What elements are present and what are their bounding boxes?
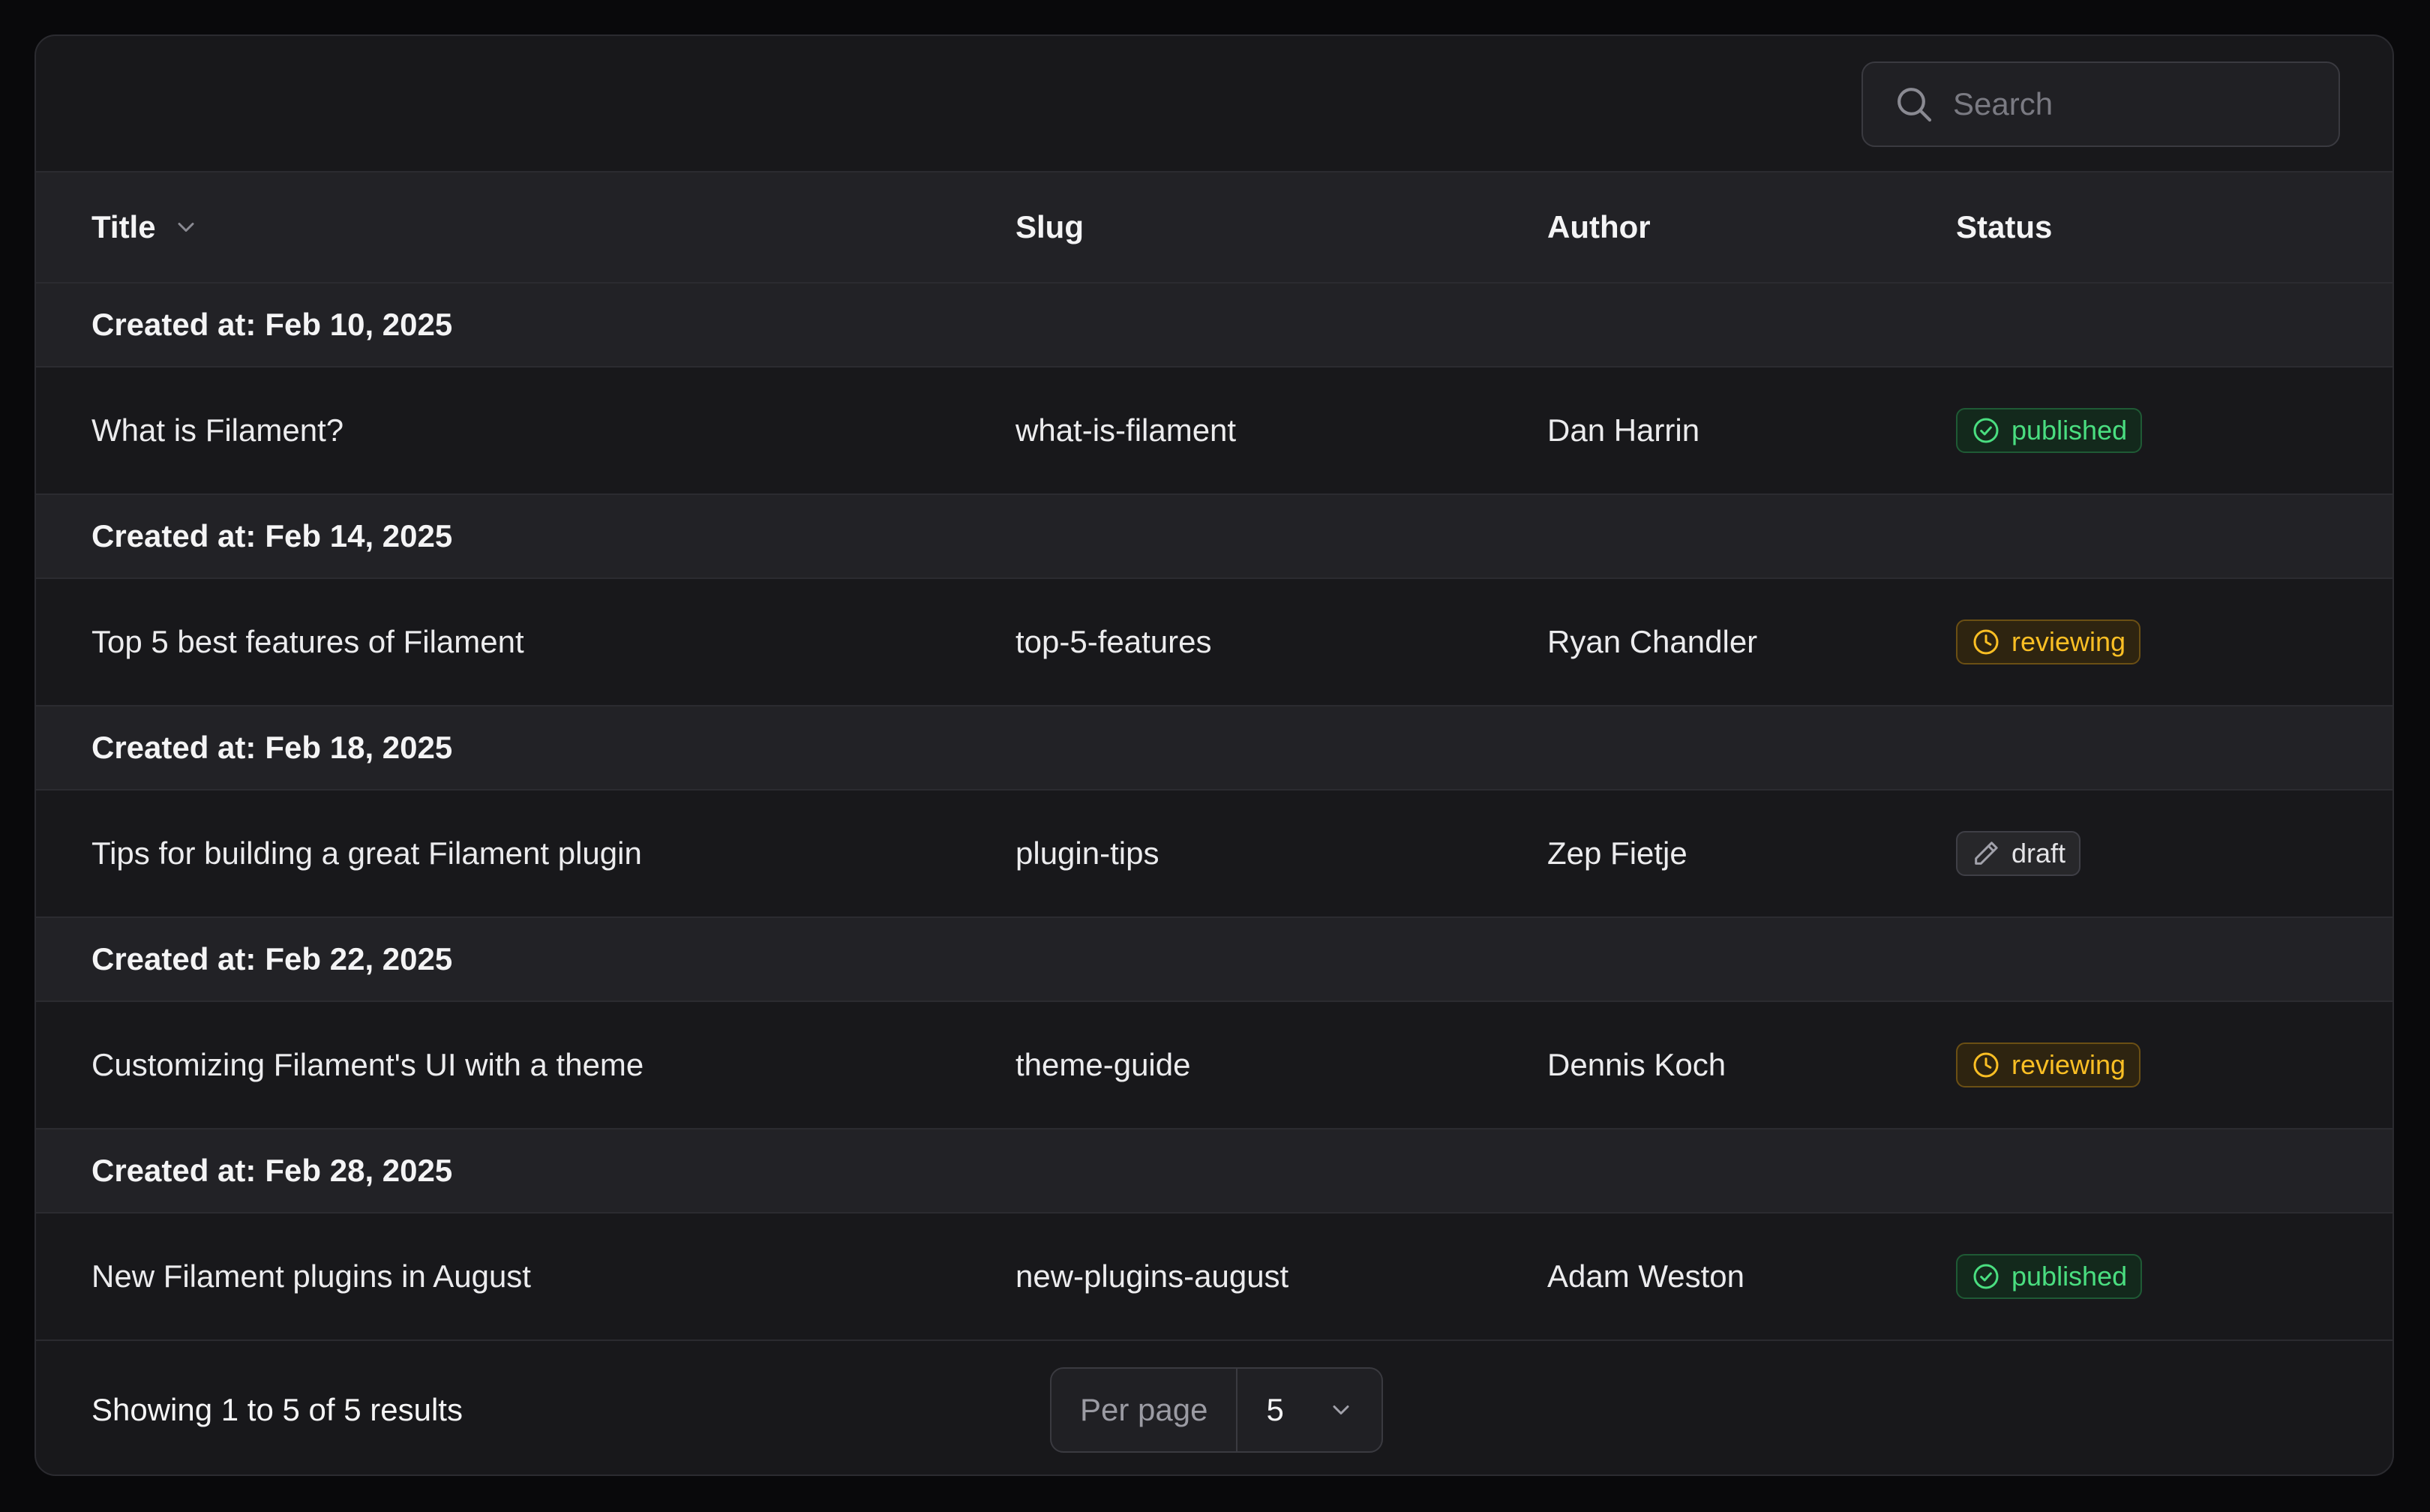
column-title-label: Title <box>92 209 156 244</box>
group-date: Feb 14, 2025 <box>265 518 453 554</box>
cell-author: Dennis Koch <box>1547 1047 1726 1082</box>
status-badge: draft <box>1956 831 2081 876</box>
cell-status: published <box>1956 408 2392 453</box>
search-box[interactable] <box>1862 62 2360 147</box>
column-header-author: Author <box>1547 209 1651 244</box>
per-page-label: Per page <box>1052 1369 1238 1451</box>
group-header-row: Created at: Feb 28, 2025 <box>36 1130 2392 1214</box>
group-date: Feb 22, 2025 <box>265 941 453 976</box>
group-label: Created at: <box>92 518 256 554</box>
search-icon <box>1893 83 1935 125</box>
cell-status: reviewing <box>1956 1042 2392 1088</box>
table-body: Created at: Feb 10, 2025 What is Filament?… <box>36 284 2392 1341</box>
table-row[interactable]: What is Filament? what-is-filament Dan Har… <box>36 368 2392 495</box>
per-page-control: Per page 5 <box>1050 1367 1383 1453</box>
group-label: Created at: <box>92 941 256 976</box>
search-input[interactable] <box>1952 86 2360 123</box>
cell-title: New Filament plugins in August <box>92 1258 531 1294</box>
status-badge-label: draft <box>2012 838 2066 868</box>
clock-icon <box>1971 627 2001 657</box>
pagination-summary: Showing 1 to 5 of 5 results <box>92 1392 463 1427</box>
group-date: Feb 28, 2025 <box>265 1153 453 1188</box>
status-badge-label: published <box>2012 415 2128 446</box>
cell-author: Dan Harrin <box>1547 412 1700 448</box>
status-badge: published <box>1956 1254 2143 1299</box>
cell-slug: what-is-filament <box>1016 412 1237 448</box>
pencil-icon <box>1971 838 2001 868</box>
group-label: Created at: <box>92 730 256 765</box>
group-date: Feb 18, 2025 <box>265 730 453 765</box>
cell-status: draft <box>1956 831 2392 876</box>
column-header-status: Status <box>1956 209 2053 244</box>
column-header-slug: Slug <box>1016 209 1084 244</box>
check-circle-icon <box>1971 416 2001 446</box>
cell-author: Zep Fietje <box>1547 836 1688 871</box>
table-header: Title Slug Author Status <box>36 172 2392 284</box>
clock-icon <box>1971 1050 2001 1080</box>
status-badge: reviewing <box>1956 1042 2141 1088</box>
per-page-select[interactable]: 5 <box>1238 1369 1381 1451</box>
chevron-down-icon <box>1328 1396 1354 1424</box>
group-header-row: Created at: Feb 10, 2025 <box>36 284 2392 368</box>
group-header-row: Created at: Feb 14, 2025 <box>36 495 2392 579</box>
group-header-row: Created at: Feb 18, 2025 <box>36 706 2392 790</box>
table-row[interactable]: New Filament plugins in August new-plugin… <box>36 1214 2392 1341</box>
chevron-down-icon <box>172 214 200 241</box>
cell-title: Customizing Filament's UI with a theme <box>92 1047 644 1082</box>
cell-title: What is Filament? <box>92 412 344 448</box>
table-row[interactable]: Top 5 best features of Filament top-5-fea… <box>36 579 2392 706</box>
cell-slug: theme-guide <box>1016 1047 1191 1082</box>
table-row[interactable]: Tips for building a great Filament plugi… <box>36 790 2392 918</box>
status-badge: published <box>1956 408 2143 453</box>
group-header-row: Created at: Feb 22, 2025 <box>36 918 2392 1002</box>
group-label: Created at: <box>92 1153 256 1188</box>
table-card: Title Slug Author Status Created at:Feb … <box>34 34 2394 1476</box>
cell-author: Ryan Chandler <box>1547 624 1758 659</box>
status-badge-label: published <box>2012 1261 2128 1292</box>
status-badge-label: reviewing <box>2012 626 2126 657</box>
table-footer: Showing 1 to 5 of 5 results Per page 5 <box>36 1341 2392 1474</box>
per-page-value: 5 <box>1266 1392 1284 1427</box>
column-header-title: Title <box>36 209 1016 245</box>
cell-author: Adam Weston <box>1547 1258 1745 1294</box>
group-label: Created at: <box>92 307 256 342</box>
cell-status: reviewing <box>1956 620 2392 664</box>
table-row[interactable]: Customizing Filament's UI with a theme th… <box>36 1002 2392 1130</box>
sort-title-button[interactable]: Title <box>92 209 200 245</box>
cell-title: Top 5 best features of Filament <box>92 624 524 659</box>
table-toolbar <box>36 36 2392 172</box>
cell-slug: plugin-tips <box>1016 836 1160 871</box>
cell-slug: new-plugins-august <box>1016 1258 1289 1294</box>
cell-title: Tips for building a great Filament plugi… <box>92 836 642 871</box>
status-badge: reviewing <box>1956 620 2141 664</box>
group-date: Feb 10, 2025 <box>265 307 453 342</box>
cell-slug: top-5-features <box>1016 624 1212 659</box>
cell-status: published <box>1956 1254 2392 1299</box>
check-circle-icon <box>1971 1262 2001 1292</box>
status-badge-label: reviewing <box>2012 1049 2126 1080</box>
